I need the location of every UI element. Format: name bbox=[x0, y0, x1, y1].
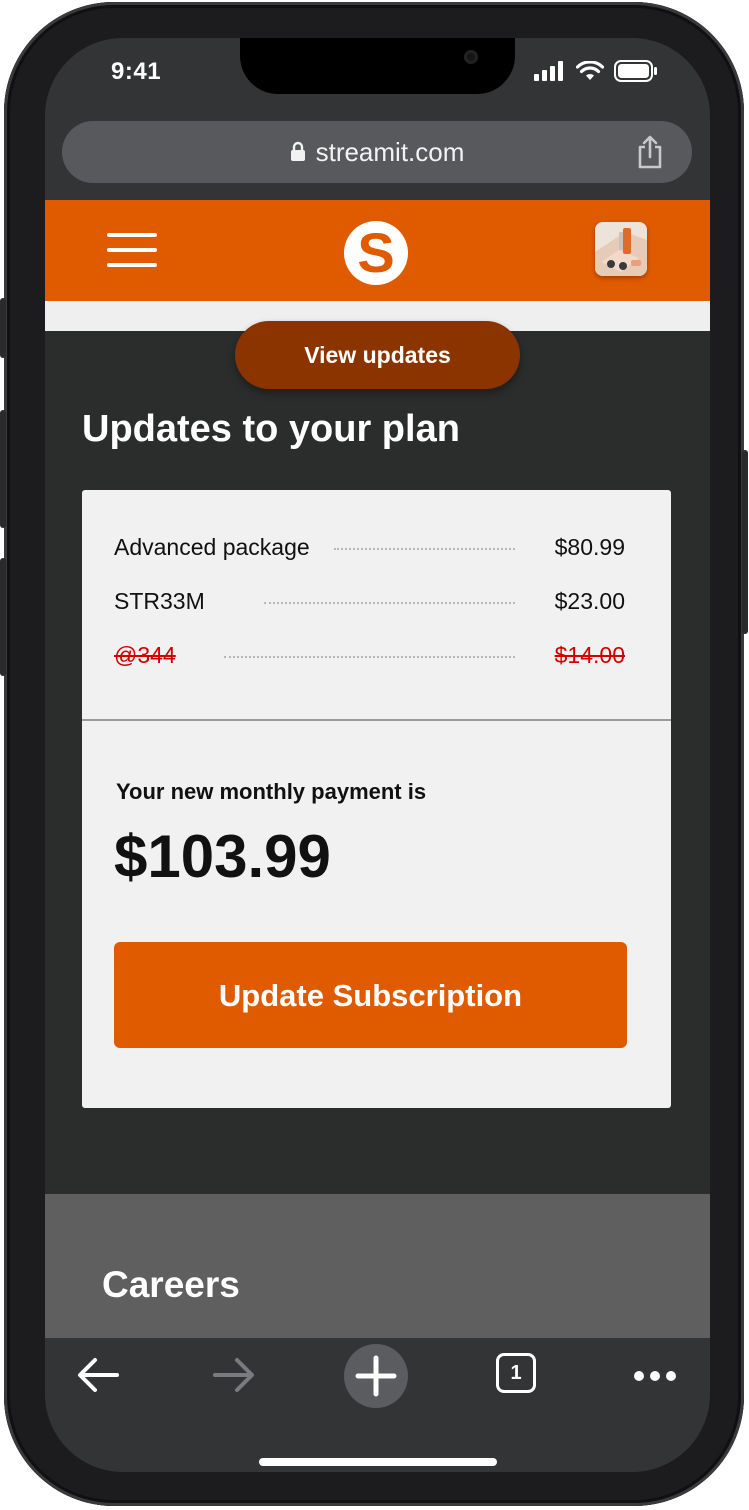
mute-switch bbox=[0, 298, 6, 358]
new-tab-plus-icon bbox=[355, 1355, 397, 1397]
phone-frame: 9:41 streamit.com S View updates Updates… bbox=[0, 2, 748, 1506]
line-item-label: STR33M bbox=[114, 588, 215, 615]
browser-chrome: streamit.com bbox=[45, 118, 710, 200]
line-item-removed: @344 $14.00 bbox=[114, 642, 625, 672]
wifi-icon bbox=[576, 61, 604, 80]
status-time: 9:41 bbox=[111, 58, 162, 85]
forward-arrow-icon[interactable] bbox=[211, 1352, 257, 1398]
volume-down-button bbox=[0, 558, 6, 676]
line-item-label: @344 bbox=[114, 642, 186, 669]
payment-amount: $103.99 bbox=[114, 823, 331, 890]
site-header: S bbox=[45, 200, 710, 301]
section-title: Updates to your plan bbox=[82, 408, 460, 450]
payment-label: Your new monthly payment is bbox=[116, 779, 427, 804]
careers-link[interactable]: Careers bbox=[102, 1264, 240, 1306]
screen: 9:41 streamit.com S View updates Updates… bbox=[45, 38, 710, 1472]
logo-letter: S bbox=[357, 221, 395, 284]
browser-toolbar: 1 bbox=[45, 1338, 710, 1472]
new-tab-button[interactable] bbox=[344, 1344, 408, 1408]
battery-icon bbox=[614, 60, 657, 82]
line-item-amount: $23.00 bbox=[544, 588, 625, 615]
leader-dots bbox=[334, 548, 515, 550]
line-item-amount: $14.00 bbox=[544, 642, 625, 669]
address-text-wrap: streamit.com bbox=[62, 137, 692, 168]
line-item-amount: $80.99 bbox=[544, 534, 625, 561]
tabs-icon[interactable]: 1 bbox=[496, 1353, 536, 1393]
view-updates-button[interactable]: View updates bbox=[235, 321, 520, 389]
leader-dots bbox=[224, 656, 515, 658]
line-item-label: Advanced package bbox=[114, 534, 320, 561]
share-icon[interactable] bbox=[636, 135, 664, 169]
avatar[interactable] bbox=[595, 222, 647, 276]
lock-icon bbox=[290, 141, 305, 162]
more-icon[interactable] bbox=[634, 1371, 676, 1381]
status-icons bbox=[534, 60, 658, 82]
line-item: Advanced package $80.99 bbox=[114, 534, 625, 564]
signal-icon bbox=[534, 61, 563, 81]
address-bar[interactable]: streamit.com bbox=[62, 121, 692, 183]
line-item: STR33M $23.00 bbox=[114, 588, 625, 618]
volume-up-button bbox=[0, 410, 6, 528]
url-text: streamit.com bbox=[315, 137, 465, 167]
notch bbox=[240, 38, 515, 94]
leader-dots bbox=[264, 602, 515, 604]
card-divider bbox=[82, 719, 671, 721]
status-bar: 9:41 bbox=[45, 38, 710, 118]
home-indicator[interactable] bbox=[259, 1458, 497, 1466]
update-subscription-button[interactable]: Update Subscription bbox=[114, 942, 627, 1048]
camera bbox=[464, 50, 478, 64]
streamit-logo[interactable]: S bbox=[344, 221, 408, 285]
plan-summary-card: Advanced package $80.99 STR33M $23.00 @3… bbox=[82, 490, 671, 1108]
avatar-image bbox=[595, 222, 647, 276]
back-arrow-icon[interactable] bbox=[75, 1352, 121, 1398]
power-button bbox=[742, 450, 748, 634]
menu-icon[interactable] bbox=[107, 233, 157, 267]
